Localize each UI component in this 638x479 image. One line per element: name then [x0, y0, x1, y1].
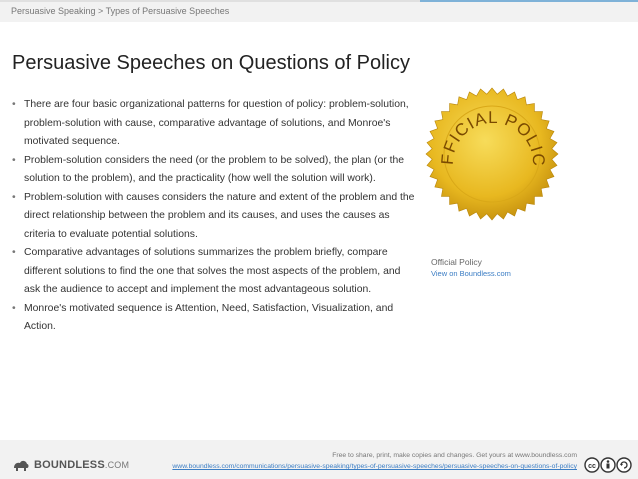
bullet-dot: •: [12, 247, 16, 258]
bullet-text: Monroe's motivated sequence is Attention…: [24, 302, 394, 333]
creative-commons-icon: cc: [584, 457, 632, 473]
bullet-item: • Comparative advantages of solutions sum…: [10, 244, 415, 300]
bullet-dot: •: [12, 99, 16, 110]
bullet-text: Problem-solution with causes considers t…: [24, 191, 415, 240]
top-bar: Persuasive Speaking > Types of Persuasiv…: [0, 0, 638, 22]
svg-text:cc: cc: [588, 463, 596, 470]
official-policy-seal-image: OFFICIAL POLICY: [423, 85, 559, 221]
bullet-dot: •: [12, 154, 16, 166]
breadcrumb: Persuasive Speaking > Types of Persuasiv…: [11, 6, 230, 16]
boundless-logo[interactable]: BOUNDLESS.COM: [12, 458, 129, 472]
top-accent-left: [0, 0, 420, 2]
top-accent-right: [420, 0, 638, 2]
bullet-text: There are four basic organizational patt…: [24, 99, 409, 147]
bullet-text: Comparative advantages of solutions summ…: [24, 247, 401, 295]
bullet-dot: •: [12, 302, 16, 314]
footer: BOUNDLESS.COM Free to share, print, make…: [0, 440, 638, 479]
bullet-item: • Monroe's motivated sequence is Attentio…: [10, 300, 415, 337]
footer-source-link[interactable]: www.boundless.com/communications/persuas…: [150, 463, 577, 470]
footer-license-text: Free to share, print, make copies and ch…: [332, 452, 577, 459]
bullet-item: • There are four basic organizational pat…: [10, 96, 415, 152]
bullet-list: • There are four basic organizational pat…: [10, 96, 415, 337]
view-on-boundless-link[interactable]: View on Boundless.com: [431, 269, 511, 278]
boundless-logo-icon: [14, 460, 29, 471]
logo-wordmark: BOUNDLESS.COM: [34, 459, 129, 471]
bullet-text: Problem-solution considers the need (or …: [24, 154, 405, 185]
bullet-item: • Problem-solution considers the need (or…: [10, 152, 415, 189]
figure-caption: Official Policy: [431, 257, 482, 267]
logo-name: BOUNDLESS: [34, 459, 105, 471]
bullet-dot: •: [12, 191, 16, 203]
bullet-item: • Problem-solution with causes considers …: [10, 189, 415, 245]
page-title: Persuasive Speeches on Questions of Poli…: [12, 52, 410, 74]
logo-suffix: .COM: [104, 460, 130, 470]
